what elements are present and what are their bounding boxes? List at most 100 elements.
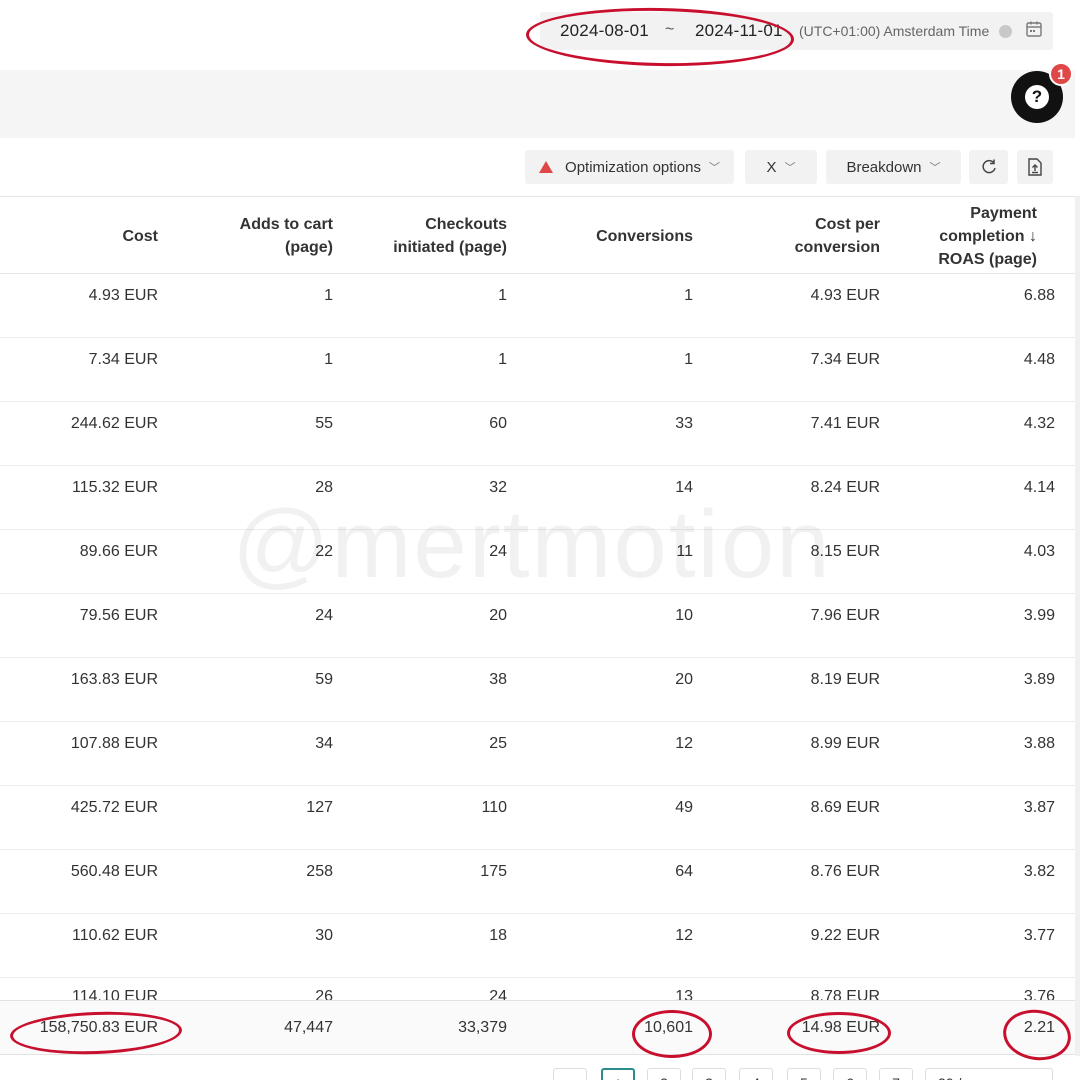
column-header-cost[interactable]: Cost: [0, 197, 158, 275]
cell-roas: 3.77: [1023, 927, 1055, 944]
cell-roas: 3.82: [1023, 863, 1055, 880]
totals-row: 158,750.83 EUR 47,447 33,379 10,601 14.9…: [0, 1000, 1075, 1055]
page-button[interactable]: 4: [739, 1068, 773, 1080]
cell-cost: 110.62 EUR: [72, 927, 158, 944]
cell-cost: 425.72 EUR: [70, 799, 158, 816]
page-button[interactable]: 3: [692, 1068, 726, 1080]
cell-cost-per-conversion: 8.19 EUR: [810, 671, 880, 688]
column-header-checkouts[interactable]: Checkouts initiated (page): [380, 197, 507, 275]
cell-conversions: 13: [675, 988, 693, 1000]
export-button[interactable]: [1017, 150, 1053, 184]
cell-conversions: 14: [675, 479, 693, 496]
vertical-scrollbar[interactable]: [1075, 196, 1080, 1056]
cell-checkouts: 20: [489, 607, 507, 624]
cell-roas: 3.76: [1023, 988, 1055, 1000]
breakdown-dropdown[interactable]: Breakdown ﹀: [826, 150, 961, 184]
page-button[interactable]: 1: [601, 1068, 635, 1080]
cell-roas: 6.88: [1023, 287, 1055, 304]
page-size-select[interactable]: 20 / page: [925, 1068, 1053, 1080]
cell-conversions: 1: [684, 351, 693, 368]
column-header-adds-to-cart[interactable]: Adds to cart (page): [210, 197, 333, 275]
x-dropdown-label: X: [766, 158, 777, 176]
table-row[interactable]: 163.83 EUR 59 38 20 8.19 EUR 3.89: [0, 658, 1075, 722]
cell-checkouts: 18: [489, 927, 507, 944]
question-icon: ?: [1025, 85, 1049, 109]
cell-cost: 107.88 EUR: [70, 735, 158, 752]
cell-adds-to-cart: 30: [315, 927, 333, 944]
cell-roas: 3.87: [1023, 799, 1055, 816]
cell-conversions: 12: [675, 735, 693, 752]
table-row[interactable]: 244.62 EUR 55 60 33 7.41 EUR 4.32: [0, 402, 1075, 466]
prev-page-button[interactable]: [553, 1068, 587, 1080]
cell-checkouts: 1: [498, 351, 507, 368]
table-row[interactable]: 79.56 EUR 24 20 10 7.96 EUR 3.99: [0, 594, 1075, 658]
date-start[interactable]: 2024-08-01: [560, 21, 649, 41]
cell-conversions: 49: [675, 799, 693, 816]
cell-roas: 4.14: [1023, 479, 1055, 496]
table-row[interactable]: 4.93 EUR 1 1 1 4.93 EUR 6.88: [0, 274, 1075, 338]
top-bar: 2024-08-01 ~ 2024-11-01 (UTC+01:00) Amst…: [0, 0, 1080, 70]
date-range-picker[interactable]: 2024-08-01 ~ 2024-11-01 (UTC+01:00) Amst…: [540, 12, 1053, 50]
cell-cost-per-conversion: 8.99 EUR: [810, 735, 880, 752]
cell-conversions: 64: [675, 863, 693, 880]
table-row[interactable]: 107.88 EUR 34 25 12 8.99 EUR 3.88: [0, 722, 1075, 786]
cell-conversions: 12: [675, 927, 693, 944]
cell-cost: 560.48 EUR: [70, 863, 158, 880]
optimization-options-button[interactable]: Optimization options ﹀: [525, 150, 734, 184]
column-header-roas[interactable]: Payment completion ↓ ROAS (page): [930, 197, 1037, 275]
table-row[interactable]: 7.34 EUR 1 1 1 7.34 EUR 4.48: [0, 338, 1075, 402]
cell-cost: 115.32 EUR: [72, 479, 158, 496]
breakdown-label: Breakdown: [846, 158, 922, 176]
cell-conversions: 11: [676, 543, 693, 560]
table-row[interactable]: 425.72 EUR 127 110 49 8.69 EUR 3.87: [0, 786, 1075, 850]
cell-adds-to-cart: 28: [315, 479, 333, 496]
table-header: Cost Adds to cart (page) Checkouts initi…: [0, 196, 1075, 274]
cell-conversions: 33: [675, 415, 693, 432]
cell-cost-per-conversion: 8.69 EUR: [810, 799, 880, 816]
date-end[interactable]: 2024-11-01: [695, 21, 783, 41]
cell-conversions: 1: [684, 287, 693, 304]
cell-cost: 114.10 EUR: [72, 988, 158, 1000]
cell-cost: 89.66 EUR: [79, 543, 158, 560]
info-icon[interactable]: [999, 25, 1012, 38]
table-row[interactable]: 115.32 EUR 28 32 14 8.24 EUR 4.14: [0, 466, 1075, 530]
x-dropdown[interactable]: X ﹀: [745, 150, 817, 184]
cell-cost: 4.93 EUR: [88, 287, 158, 304]
table-row[interactable]: 89.66 EUR 22 24 11 8.15 EUR 4.03: [0, 530, 1075, 594]
cell-roas: 3.99: [1023, 607, 1055, 624]
cell-cost: 79.56 EUR: [79, 607, 158, 624]
cell-checkouts: 60: [489, 415, 507, 432]
cell-cost: 163.83 EUR: [70, 671, 158, 688]
cell-adds-to-cart: 55: [315, 415, 333, 432]
cell-cost-per-conversion: 7.34 EUR: [810, 351, 880, 368]
cell-roas: 3.88: [1023, 735, 1055, 752]
cell-adds-to-cart: 1: [324, 351, 333, 368]
cell-cost-per-conversion: 9.22 EUR: [810, 927, 880, 944]
table-toolbar: Optimization options ﹀ X ﹀ Breakdown ﹀: [0, 138, 1075, 196]
table-row[interactable]: 110.62 EUR 30 18 12 9.22 EUR 3.77: [0, 914, 1075, 978]
page-button[interactable]: 7: [879, 1068, 913, 1080]
optimization-options-label: Optimization options: [565, 158, 701, 176]
calendar-icon[interactable]: [1025, 20, 1043, 38]
cell-checkouts: 25: [489, 735, 507, 752]
total-cost: 158,750.83 EUR: [39, 1019, 158, 1036]
cell-cost-per-conversion: 8.76 EUR: [810, 863, 880, 880]
column-header-conversions[interactable]: Conversions: [560, 197, 693, 275]
cell-cost-per-conversion: 7.41 EUR: [810, 415, 880, 432]
cell-conversions: 20: [675, 671, 693, 688]
column-header-cost-per-conversion[interactable]: Cost per conversion: [780, 197, 880, 275]
page-button[interactable]: 5: [787, 1068, 821, 1080]
page-button[interactable]: 6: [833, 1068, 867, 1080]
refresh-button[interactable]: [969, 150, 1008, 184]
cell-checkouts: 38: [489, 671, 507, 688]
cell-cost: 244.62 EUR: [70, 415, 158, 432]
export-icon: [1028, 158, 1042, 176]
table-row[interactable]: 560.48 EUR 258 175 64 8.76 EUR 3.82: [0, 850, 1075, 914]
cell-adds-to-cart: 1: [324, 287, 333, 304]
cell-cost-per-conversion: 8.15 EUR: [810, 543, 880, 560]
cell-roas: 4.32: [1023, 415, 1055, 432]
filter-band: [0, 70, 1075, 138]
chevron-down-icon: ﹀: [784, 162, 796, 174]
page-button[interactable]: 2: [647, 1068, 681, 1080]
chevron-down-icon: ﹀: [929, 162, 941, 174]
